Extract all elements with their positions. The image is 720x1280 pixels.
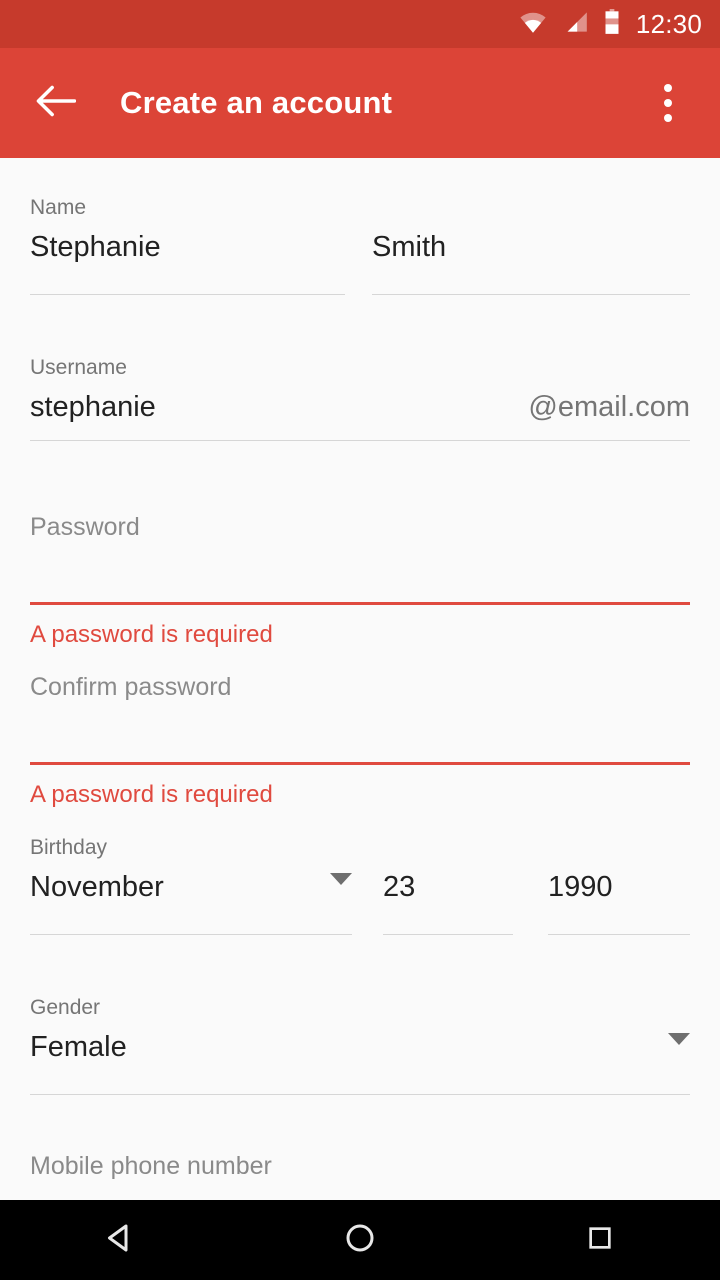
nav-back-button[interactable] bbox=[75, 1200, 165, 1280]
overflow-dot-icon bbox=[664, 114, 672, 122]
birthday-day-value: 23 bbox=[383, 871, 416, 903]
recents-square-icon bbox=[584, 1222, 616, 1259]
nav-recents-button[interactable] bbox=[555, 1200, 645, 1280]
password-input[interactable]: Password bbox=[30, 513, 140, 542]
birthday-year-value: 1990 bbox=[548, 871, 613, 903]
last-name-value: Smith bbox=[372, 231, 447, 263]
chevron-down-icon bbox=[330, 873, 352, 902]
mobile-phone-placeholder: Mobile phone number bbox=[30, 1152, 272, 1180]
wifi-icon bbox=[518, 10, 548, 39]
gender-underline bbox=[30, 1094, 690, 1095]
navigation-bar bbox=[0, 1200, 720, 1280]
gender-dropdown[interactable]: Female bbox=[30, 1031, 127, 1064]
gender-label: Gender bbox=[30, 996, 100, 1020]
first-name-input[interactable]: Stephanie bbox=[30, 231, 161, 264]
password-error: A password is required bbox=[30, 621, 273, 649]
birthday-year-input[interactable]: 1990 bbox=[548, 871, 613, 904]
last-name-input[interactable]: Smith bbox=[372, 231, 446, 264]
birthday-month-value: November bbox=[30, 871, 164, 903]
birthday-label-text: Birthday bbox=[30, 836, 108, 859]
overflow-menu-button[interactable] bbox=[640, 75, 696, 131]
password-error-underline bbox=[30, 602, 690, 605]
nav-home-button[interactable] bbox=[315, 1200, 405, 1280]
birthday-month-underline bbox=[30, 934, 352, 935]
username-label: Username bbox=[30, 356, 127, 380]
status-bar-clock: 12:30 bbox=[635, 8, 702, 39]
signup-form: Name Stephanie Smith Username stephanie … bbox=[0, 158, 720, 1200]
birthday-day-underline bbox=[383, 934, 513, 935]
status-bar: 12:30 bbox=[0, 0, 720, 48]
last-name-underline bbox=[372, 294, 690, 295]
gender-caret[interactable] bbox=[668, 1033, 690, 1063]
gender-label-text: Gender bbox=[30, 996, 101, 1019]
name-label-text: Name bbox=[30, 196, 87, 219]
home-circle-icon bbox=[342, 1220, 378, 1261]
status-bar-icons bbox=[518, 8, 620, 40]
page-title: Create an account bbox=[120, 85, 393, 120]
confirm-password-input[interactable]: Confirm password bbox=[30, 673, 231, 702]
phone-screen: 12:30 Create an account Name Stephanie S… bbox=[0, 0, 720, 1280]
birthday-year-underline bbox=[548, 934, 690, 935]
back-triangle-icon bbox=[102, 1220, 138, 1261]
username-suffix-text: @email.com bbox=[528, 391, 690, 423]
overflow-dot-icon bbox=[664, 99, 672, 107]
username-underline bbox=[30, 440, 690, 441]
gender-value: Female bbox=[30, 1031, 127, 1063]
first-name-value: Stephanie bbox=[30, 231, 161, 263]
password-placeholder: Password bbox=[30, 513, 140, 541]
chevron-down-icon bbox=[668, 1033, 690, 1062]
username-domain-suffix: @email.com bbox=[30, 391, 690, 424]
back-arrow-icon bbox=[36, 84, 77, 123]
birthday-month-dropdown[interactable]: November bbox=[30, 871, 164, 904]
password-error-text: A password is required bbox=[30, 621, 273, 648]
back-button[interactable] bbox=[28, 75, 84, 131]
first-name-underline bbox=[30, 294, 345, 295]
confirm-password-error-underline bbox=[30, 762, 690, 765]
app-bar: Create an account bbox=[0, 48, 720, 158]
birthday-label: Birthday bbox=[30, 836, 107, 860]
confirm-password-placeholder: Confirm password bbox=[30, 673, 232, 701]
overflow-dot-icon bbox=[664, 84, 672, 92]
confirm-password-error: A password is required bbox=[30, 781, 273, 809]
birthday-month-caret[interactable] bbox=[330, 873, 352, 903]
battery-icon bbox=[604, 8, 620, 40]
birthday-day-input[interactable]: 23 bbox=[383, 871, 415, 904]
username-label-text: Username bbox=[30, 356, 127, 379]
cellular-signal-icon bbox=[562, 10, 590, 39]
confirm-password-error-text: A password is required bbox=[30, 781, 273, 808]
name-label: Name bbox=[30, 196, 86, 220]
mobile-phone-input[interactable]: Mobile phone number bbox=[30, 1152, 272, 1181]
